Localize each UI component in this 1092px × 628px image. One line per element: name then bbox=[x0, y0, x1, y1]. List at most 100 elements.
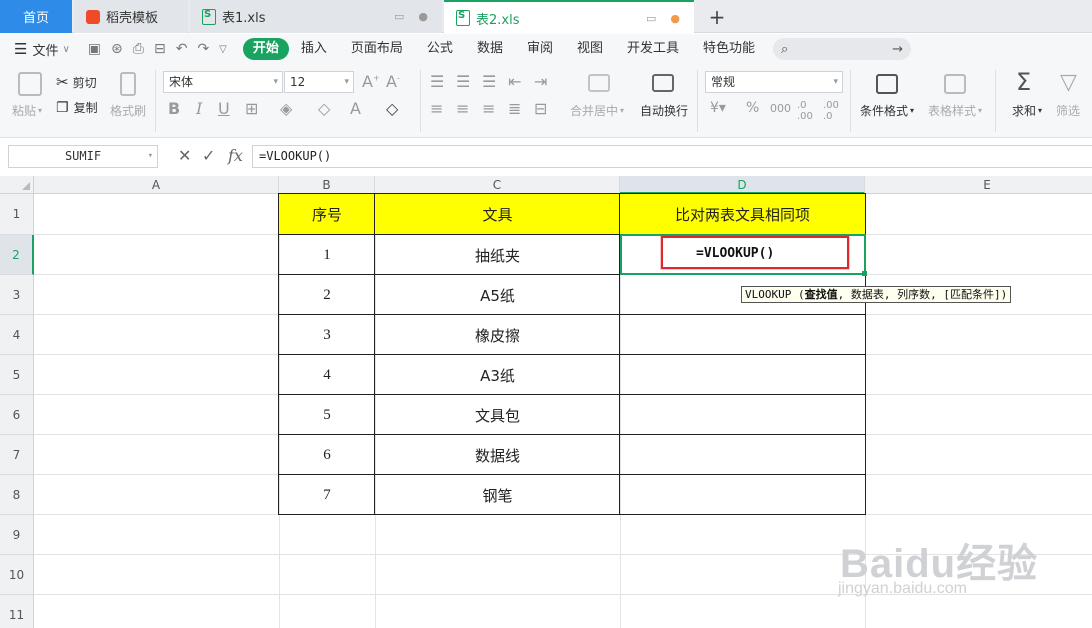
increase-font-icon[interactable]: A+ bbox=[362, 72, 380, 91]
monitor-icon[interactable]: ▭ bbox=[646, 12, 656, 25]
cell-b2[interactable]: 1 bbox=[279, 235, 375, 275]
clear-format-icon[interactable]: ◇ bbox=[386, 99, 398, 118]
cell-c3[interactable]: A5纸 bbox=[375, 275, 620, 315]
font-name-select[interactable]: 宋体 ▾ bbox=[163, 71, 283, 93]
command-search[interactable]: ⌕ → bbox=[773, 38, 912, 60]
select-all-corner[interactable] bbox=[0, 176, 34, 194]
menu-tab-data[interactable]: 数据 bbox=[465, 38, 515, 60]
bold-button[interactable]: B bbox=[168, 99, 180, 118]
cell-b5[interactable]: 4 bbox=[279, 355, 375, 395]
percent-icon[interactable]: % bbox=[746, 100, 759, 116]
format-painter-icon[interactable] bbox=[120, 72, 136, 96]
cell-b4[interactable]: 3 bbox=[279, 315, 375, 355]
align-center-icon[interactable]: ≡ bbox=[456, 99, 469, 118]
border-icon[interactable]: ⊞ bbox=[245, 99, 258, 118]
arrow-right-icon[interactable]: → bbox=[892, 42, 903, 57]
name-box[interactable]: SUMIF ▾ bbox=[8, 145, 158, 168]
fx-icon[interactable]: fx bbox=[228, 146, 243, 165]
cell-c1[interactable]: 文具 bbox=[375, 194, 620, 234]
align-right-icon[interactable]: ≡ bbox=[482, 99, 495, 118]
font-color-icon[interactable]: A bbox=[350, 99, 361, 118]
column-header-b[interactable]: B bbox=[279, 176, 375, 194]
tab-file2[interactable]: 表2.xls ▭ ● bbox=[444, 0, 694, 34]
row-header-6[interactable]: 6 bbox=[0, 395, 34, 435]
menu-tab-formulas[interactable]: 公式 bbox=[415, 38, 465, 60]
font-size-select[interactable]: 12 ▾ bbox=[284, 71, 354, 93]
align-top-icon[interactable]: ☰ bbox=[430, 72, 444, 91]
monitor-icon[interactable]: ▭ bbox=[394, 10, 404, 23]
column-header-d[interactable]: D bbox=[620, 176, 865, 194]
redo-icon[interactable]: ↷ bbox=[197, 41, 209, 57]
undo-icon[interactable]: ↶ bbox=[176, 41, 188, 57]
file-menu[interactable]: ☰ 文件 ∨ bbox=[0, 40, 70, 59]
table-style-button[interactable]: 表格样式 ▾ bbox=[928, 102, 982, 119]
row-header-4[interactable]: 4 bbox=[0, 315, 34, 355]
number-format-select[interactable]: 常规 ▾ bbox=[705, 71, 843, 93]
fill-handle[interactable] bbox=[862, 271, 867, 276]
conditional-format-button[interactable]: 条件格式 ▾ bbox=[860, 102, 914, 119]
row-header-9[interactable]: 9 bbox=[0, 515, 34, 555]
unsaved-dot-icon[interactable]: ● bbox=[670, 12, 680, 25]
row-header-10[interactable]: 10 bbox=[0, 555, 34, 595]
formula-input[interactable]: =VLOOKUP() bbox=[252, 145, 1092, 168]
filter-button[interactable]: 筛选 bbox=[1056, 102, 1080, 119]
menu-tab-review[interactable]: 审阅 bbox=[515, 38, 565, 60]
decrease-decimal-icon[interactable]: .00.0 bbox=[823, 100, 839, 122]
format-painter-button[interactable]: 格式刷 bbox=[110, 102, 146, 119]
currency-icon[interactable]: ¥▾ bbox=[710, 100, 726, 116]
wrap-text-button[interactable]: 自动换行 bbox=[640, 102, 688, 119]
tab-home[interactable]: 首页 bbox=[0, 0, 72, 33]
increase-decimal-icon[interactable]: .0.00 bbox=[797, 100, 813, 122]
row-header-3[interactable]: 3 bbox=[0, 275, 34, 315]
underline-button[interactable]: U bbox=[218, 99, 230, 118]
distribute-icon[interactable]: ⊟ bbox=[534, 99, 547, 118]
cell-d1[interactable]: 比对两表文具相同项 bbox=[620, 194, 865, 234]
paste-button[interactable]: 粘贴 ▾ bbox=[12, 102, 42, 119]
sum-button[interactable]: 求和 ▾ bbox=[1012, 102, 1042, 119]
save-icon[interactable]: ▣ bbox=[88, 41, 101, 57]
new-tab-button[interactable]: + bbox=[704, 0, 730, 33]
tab-daoke-templates[interactable]: 稻壳模板 bbox=[74, 0, 188, 33]
italic-button[interactable]: I bbox=[196, 99, 202, 118]
menu-tab-home[interactable]: 开始 bbox=[242, 38, 289, 60]
tab-file1[interactable]: 表1.xls ▭ ● bbox=[190, 0, 442, 33]
cell-b6[interactable]: 5 bbox=[279, 395, 375, 435]
thousands-icon[interactable]: 000 bbox=[770, 102, 791, 115]
menu-tab-page-layout[interactable]: 页面布局 bbox=[339, 38, 415, 60]
menu-tab-view[interactable]: 视图 bbox=[565, 38, 615, 60]
cell-b8[interactable]: 7 bbox=[279, 475, 375, 515]
share-icon[interactable]: ⊛ bbox=[111, 41, 123, 57]
cell-c8[interactable]: 钢笔 bbox=[375, 475, 620, 515]
indent-decrease-icon[interactable]: ⇤ bbox=[508, 72, 521, 91]
column-header-c[interactable]: C bbox=[375, 176, 620, 194]
fill-color-icon[interactable]: ◈ bbox=[280, 99, 292, 118]
print-preview-icon[interactable]: ⊟ bbox=[154, 41, 166, 57]
fill-bucket-icon[interactable]: ◇ bbox=[318, 99, 330, 118]
confirm-icon[interactable]: ✓ bbox=[202, 146, 215, 165]
cell-b1[interactable]: 序号 bbox=[279, 194, 375, 234]
decrease-font-icon[interactable]: A- bbox=[386, 72, 400, 91]
cell-c6[interactable]: 文具包 bbox=[375, 395, 620, 435]
column-header-e[interactable]: E bbox=[865, 176, 1092, 194]
align-left-icon[interactable]: ≡ bbox=[430, 99, 443, 118]
cell-d2-edit-text[interactable]: =VLOOKUP() bbox=[696, 246, 774, 261]
indent-increase-icon[interactable]: ⇥ bbox=[534, 72, 547, 91]
paste-icon[interactable] bbox=[18, 72, 42, 96]
row-header-2[interactable]: 2 bbox=[0, 235, 34, 275]
row-header-11[interactable]: 11 bbox=[0, 595, 34, 628]
cell-b3[interactable]: 2 bbox=[279, 275, 375, 315]
menu-tab-special[interactable]: 特色功能 bbox=[691, 38, 767, 60]
column-header-a[interactable]: A bbox=[34, 176, 279, 194]
menu-tab-developer[interactable]: 开发工具 bbox=[615, 38, 691, 60]
align-bottom-icon[interactable]: ☰ bbox=[482, 72, 496, 91]
cell-c7[interactable]: 数据线 bbox=[375, 435, 620, 475]
cut-button[interactable]: ✂ 剪切 bbox=[56, 73, 97, 91]
close-dot-icon[interactable]: ● bbox=[418, 10, 428, 23]
cell-c5[interactable]: A3纸 bbox=[375, 355, 620, 395]
row-header-7[interactable]: 7 bbox=[0, 435, 34, 475]
cell-b7[interactable]: 6 bbox=[279, 435, 375, 475]
cell-c4[interactable]: 橡皮擦 bbox=[375, 315, 620, 355]
align-middle-icon[interactable]: ☰ bbox=[456, 72, 470, 91]
cancel-icon[interactable]: ✕ bbox=[178, 146, 191, 165]
copy-button[interactable]: ❐ 复制 bbox=[56, 99, 98, 116]
